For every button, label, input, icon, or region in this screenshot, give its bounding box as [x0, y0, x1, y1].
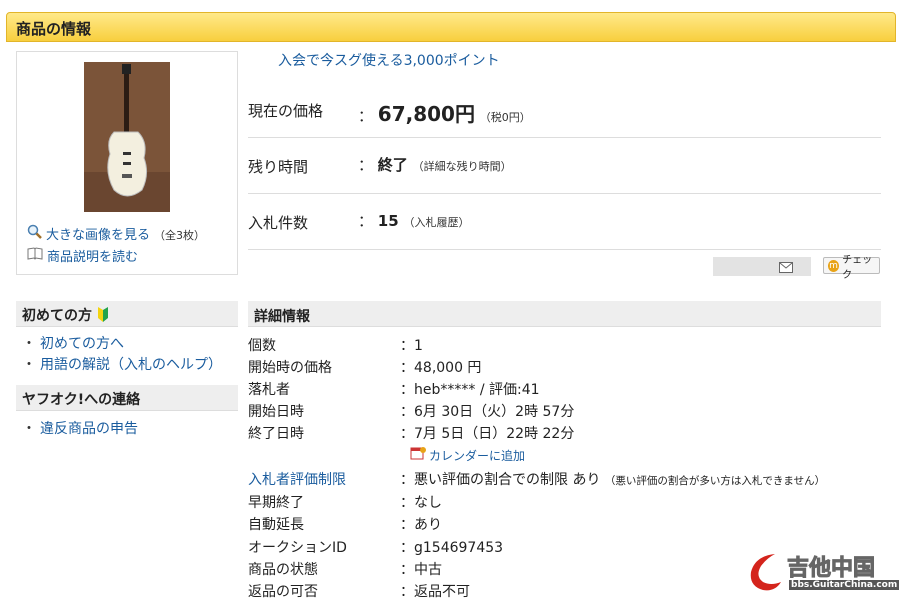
price-value-group: ： 67,800円 （税0円）	[358, 98, 531, 127]
time-detail-link[interactable]: （詳細な残り時間）	[413, 160, 512, 173]
detail-value: ：1	[400, 338, 423, 354]
detail-key: オークションID	[248, 540, 347, 556]
image-panel: 大きな画像を見る （全3枚） 商品説明を読む	[16, 51, 238, 275]
contact-title: ヤフオク!への連絡	[22, 392, 141, 408]
item-description-link[interactable]: 商品説明を読む	[47, 247, 138, 269]
detail-value: ：悪い評価の割合での制限 あり	[400, 472, 601, 488]
details-header: 詳細情報	[248, 301, 881, 327]
separator: ：	[358, 212, 374, 230]
detail-row-start-date: 開始日時 ：6月 30日（火）2時 57分	[248, 401, 881, 423]
calendar-link[interactable]: カレンダーに追加	[429, 447, 525, 464]
time-label: 残り時間	[248, 158, 309, 176]
section-title: 商品の情報	[16, 20, 92, 38]
sidebar-item-beginner-guide[interactable]: ・初めての方へ	[22, 333, 124, 353]
detail-row-bidder-restriction: 入札者評価制限 ：悪い評価の割合での制限 あり （悪い評価の割合が多い方は入札で…	[248, 469, 881, 491]
detail-key: 返品の可否	[248, 584, 318, 600]
sidebar-item-report[interactable]: ・違反商品の申告	[22, 418, 138, 438]
calendar-row: カレンダーに追加	[248, 446, 881, 468]
time-value-group: ： 終了 （詳細な残り時間）	[358, 154, 512, 175]
check-button[interactable]: m チェック	[823, 255, 880, 281]
detail-value: ：なし	[400, 495, 442, 511]
large-image-link[interactable]: 大きな画像を見る	[46, 225, 150, 247]
time-row: 残り時間 ： 終了 （詳細な残り時間）	[248, 138, 881, 194]
price-row: 現在の価格 ： 67,800円 （税0円）	[248, 82, 881, 138]
separator: ：	[358, 156, 374, 174]
detail-key: 自動延長	[248, 517, 304, 533]
detail-key: 開始日時	[248, 404, 304, 420]
details-title: 詳細情報	[254, 309, 310, 325]
guitar-image	[84, 62, 170, 212]
watchlist-icon: m	[828, 259, 840, 272]
detail-value: ：48,000 円	[400, 360, 482, 376]
detail-value: ：heb***** / 評価:41	[400, 382, 540, 398]
bid-history-link[interactable]: （入札履歴）	[403, 216, 469, 229]
detail-row-start-price: 開始時の価格 ：48,000 円	[248, 357, 881, 379]
beginner-header: 初めての方	[16, 301, 238, 327]
bid-count: 15	[377, 212, 399, 230]
detail-key: 終了日時	[248, 426, 304, 442]
detail-value: ：中古	[400, 562, 442, 578]
product-photo[interactable]	[84, 62, 170, 212]
sidebar-item-label: 初めての方へ	[40, 336, 124, 352]
detail-key: 早期終了	[248, 495, 304, 511]
detail-value: ：あり	[400, 517, 442, 533]
share-bar[interactable]	[713, 257, 811, 276]
detail-row-early-end: 早期終了 ：なし	[248, 492, 881, 514]
watermark-url: bbs.GuitarChina.com	[789, 580, 900, 590]
restriction-note: （悪い評価の割合が多い方は入札できません）	[604, 475, 826, 487]
detail-key: 個数	[248, 338, 276, 354]
bidder-restriction-link[interactable]: 入札者評価制限	[248, 469, 346, 489]
detail-value-group: ：悪い評価の割合での制限 あり （悪い評価の割合が多い方は入札できません）	[400, 469, 825, 489]
beginner-mark-icon	[97, 307, 109, 324]
detail-value: ：g154697453	[400, 540, 504, 556]
bids-label: 入札件数	[248, 214, 309, 232]
bids-row: 入札件数 ： 15 （入札履歴）	[248, 194, 881, 250]
mail-icon	[779, 261, 793, 277]
detail-key: 落札者	[248, 382, 290, 398]
sidebar-item-label: 違反商品の申告	[40, 421, 138, 437]
promo-link[interactable]: 入会で今スグ使える3,000ポイント	[278, 50, 500, 70]
detail-row-winner: 落札者 ：heb***** / 評価:41	[248, 379, 881, 401]
detail-row-end-date: 終了日時 ：7月 5日（日）22時 22分	[248, 423, 881, 445]
sidebar-item-label: 用語の解説（入札のヘルプ）	[40, 357, 222, 373]
current-price: 67,800円	[377, 102, 475, 126]
calendar-icon	[410, 446, 426, 464]
detail-key: 開始時の価格	[248, 360, 332, 376]
price-label: 現在の価格	[248, 102, 324, 120]
detail-row-quantity: 個数 ：1	[248, 335, 881, 357]
magnifier-icon	[27, 224, 42, 247]
check-button-label: チェック	[842, 254, 873, 281]
book-icon	[27, 247, 43, 269]
time-remaining: 終了	[377, 156, 408, 174]
detail-value: ：6月 30日（火）2時 57分	[400, 404, 575, 420]
detail-value: ：7月 5日（日）22時 22分	[400, 426, 575, 442]
watermark-title: 吉他中国	[786, 556, 876, 582]
sidebar-item-glossary[interactable]: ・用語の解説（入札のヘルプ）	[22, 354, 222, 374]
detail-value: ：返品不可	[400, 584, 470, 600]
price-table: 現在の価格 ： 67,800円 （税0円） 残り時間 ： 終了 （詳細な残り時間…	[248, 82, 881, 250]
image-count: （全3枚）	[154, 228, 206, 242]
beginner-title: 初めての方	[22, 308, 92, 324]
site-watermark: 吉他中国 bbs.GuitarChina.com	[745, 548, 900, 598]
calendar-link-group[interactable]: カレンダーに追加	[410, 446, 525, 464]
dragon-logo-icon	[750, 554, 781, 591]
tax-note: （税0円）	[479, 111, 531, 124]
image-links: 大きな画像を見る （全3枚） 商品説明を読む	[27, 224, 205, 269]
separator: ：	[358, 107, 374, 125]
section-header: 商品の情報	[6, 12, 896, 42]
detail-row-auto-extend: 自動延長 ：あり	[248, 514, 881, 536]
bids-value-group: ： 15 （入札履歴）	[358, 210, 469, 231]
detail-key: 商品の状態	[248, 562, 318, 578]
contact-header: ヤフオク!への連絡	[16, 385, 238, 411]
